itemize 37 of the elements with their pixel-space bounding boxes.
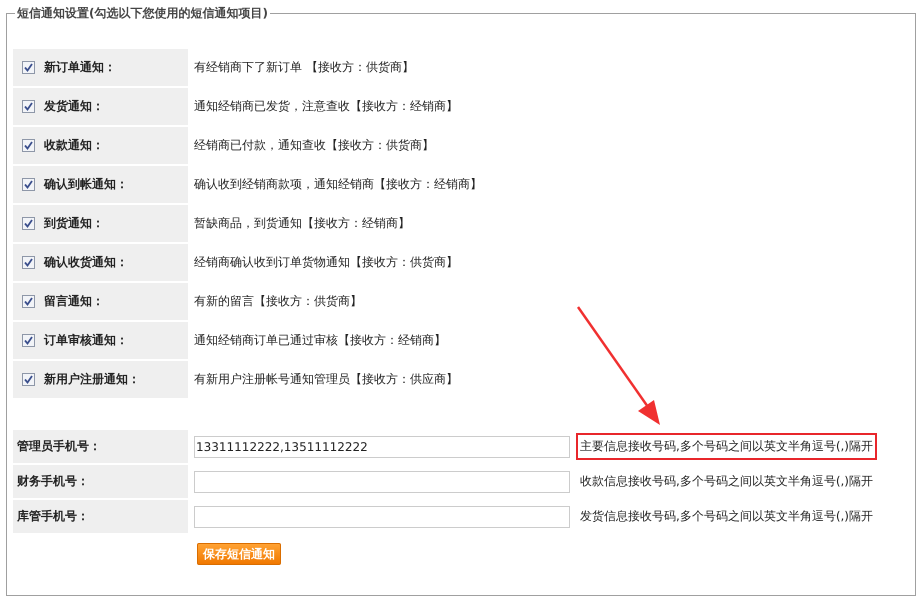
checkbox[interactable]: [22, 256, 35, 269]
notice-description: 有新用户注册帐号通知管理员【接收方：供应商】: [193, 371, 458, 388]
phone-input[interactable]: [194, 506, 570, 528]
notice-label: 收款通知：: [44, 137, 104, 154]
checkbox[interactable]: [22, 217, 35, 230]
notice-label: 新订单通知：: [44, 59, 116, 76]
notice-label: 订单审核通知：: [44, 332, 128, 349]
notice-label: 发货通知：: [44, 98, 104, 115]
checkbox[interactable]: [22, 100, 35, 113]
notice-label: 确认到帐通知：: [44, 176, 128, 193]
notice-description: 有新的留言【接收方：供货商】: [193, 293, 362, 310]
phone-label: 管理员手机号：: [13, 430, 188, 463]
notice-description: 通知经销商订单已通过审核【接收方：经销商】: [193, 332, 446, 349]
notice-description: 有经销商下了新订单 【接收方：供货商】: [193, 59, 414, 76]
checkbox[interactable]: [22, 334, 35, 347]
notice-description: 经销商确认收到订单货物通知【接收方：供货商】: [193, 254, 458, 271]
section-title: 短信通知设置(勾选以下您使用的短信通知项目): [16, 5, 269, 22]
checkbox[interactable]: [22, 295, 35, 308]
notice-description: 通知经销商已发货，注意查收【接收方：经销商】: [193, 98, 458, 115]
notice-description: 经销商已付款，通知查收【接收方：供货商】: [193, 137, 434, 154]
checkbox[interactable]: [22, 61, 35, 74]
phone-hint: 主要信息接收号码,多个号码之间以英文半角逗号(,)隔开: [576, 433, 877, 460]
phone-hint: 发货信息接收号码,多个号码之间以英文半角逗号(,)隔开: [579, 508, 874, 525]
notice-description: 暂缺商品，到货通知【接收方：经销商】: [193, 215, 410, 232]
notice-label: 留言通知：: [44, 293, 104, 310]
phone-input[interactable]: 13311112222,13511112222: [194, 436, 570, 458]
notice-label: 到货通知：: [44, 215, 104, 232]
checkbox[interactable]: [22, 139, 35, 152]
notice-label: 确认收货通知：: [44, 254, 128, 271]
checkbox[interactable]: [22, 373, 35, 386]
phone-label: 财务手机号：: [13, 465, 188, 498]
notice-description: 确认收到经销商款项，通知经销商【接收方：经销商】: [193, 176, 482, 193]
checkbox[interactable]: [22, 178, 35, 191]
phone-hint: 收款信息接收号码,多个号码之间以英文半角逗号(,)隔开: [579, 473, 874, 490]
notice-label: 新用户注册通知：: [44, 371, 140, 388]
phone-input[interactable]: [194, 470, 570, 492]
phone-label: 库管手机号：: [13, 500, 188, 533]
